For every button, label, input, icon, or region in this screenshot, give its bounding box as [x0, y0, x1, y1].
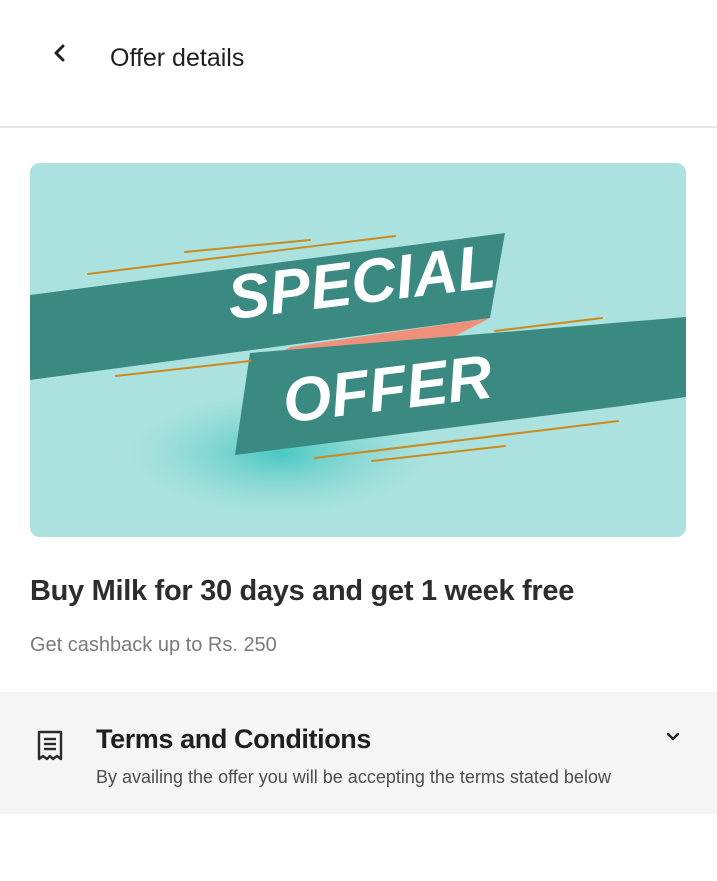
- terms-title: Terms and Conditions: [96, 724, 372, 754]
- offer-title: Buy Milk for 30 days and get 1 week free: [30, 575, 575, 607]
- offer-subtitle: Get cashback up to Rs. 250: [30, 634, 277, 656]
- page-title: Offer details: [110, 44, 245, 72]
- terms-and-conditions-section[interactable]: Terms and Conditions By availing the off…: [0, 692, 717, 814]
- expand-terms-button[interactable]: [660, 724, 686, 750]
- special-offer-illustration: SPECIAL OFFER: [30, 163, 686, 537]
- back-button[interactable]: [44, 37, 76, 69]
- chevron-left-icon: [54, 44, 65, 62]
- terms-description: By availing the offer you will be accept…: [96, 767, 611, 787]
- offer-banner: SPECIAL OFFER: [30, 163, 686, 537]
- app-bar: Offer details: [0, 0, 717, 128]
- receipt-icon: [37, 730, 63, 761]
- chevron-down-icon: [666, 732, 680, 741]
